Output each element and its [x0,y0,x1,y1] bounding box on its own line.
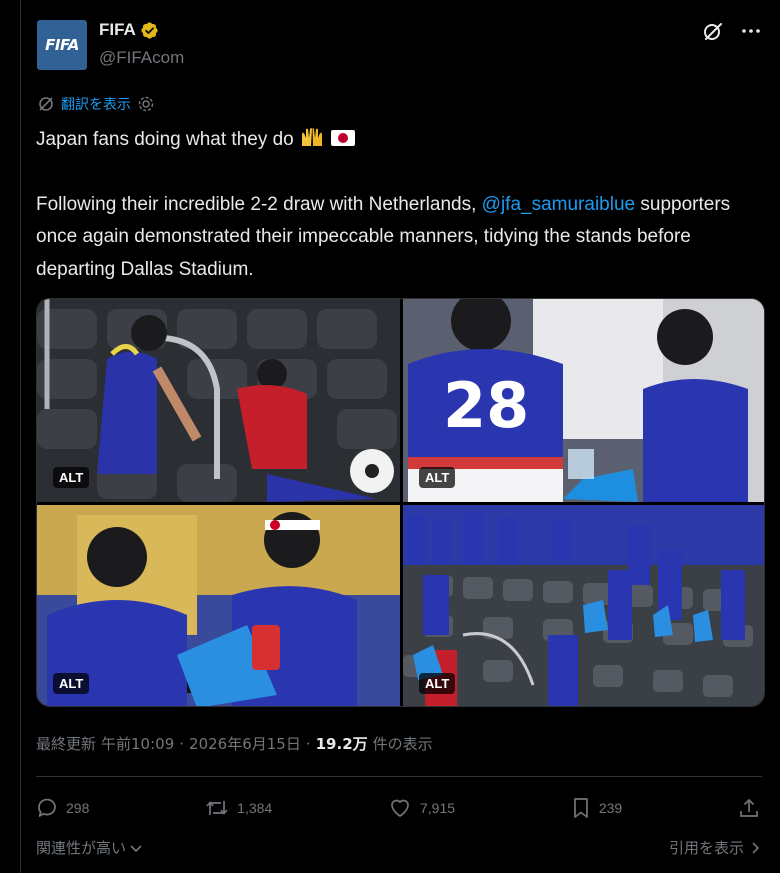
repost-icon [206,801,228,815]
avatar-logo-text: FIFA [45,36,79,54]
action-bar: 298 1,384 7,915 239 [36,793,760,823]
chevron-right-icon [752,841,760,854]
post-body-start: Following their incredible 2-2 draw with… [36,193,477,215]
sort-relevance-dropdown[interactable]: 関連性が高い [36,837,144,858]
bookmark-icon [573,798,588,818]
like-button[interactable]: 7,915 [388,797,455,819]
post-date[interactable]: 2026年6月15日 [189,733,301,754]
share-button[interactable] [738,797,760,819]
top-icons [702,20,762,42]
avatar[interactable]: FIFA [37,20,87,70]
photo-crowd-tidying-stands[interactable]: ALT [403,505,764,706]
verified-badge-icon [141,21,158,39]
heart-icon [391,799,409,817]
like-count: 7,915 [420,800,456,816]
share-icon [740,798,758,817]
divider [36,776,762,777]
alt-badge[interactable]: ALT [419,467,456,488]
reply-count: 298 [66,800,90,816]
updated-label: 最終更新 [36,735,97,753]
alt-badge[interactable]: ALT [53,467,90,488]
media-grid: ALT 28 ALT ALT ALT [36,298,765,707]
sort-label: 関連性が高い [36,839,127,857]
alt-badge[interactable]: ALT [53,673,90,694]
photo-fan-number-28[interactable]: 28 ALT [403,299,764,502]
post-card: FIFA FIFA @FIFAcom 翻訳を表示 Japan fans doin… [20,0,780,873]
grok-icon[interactable] [702,20,724,42]
views-label: 件の表示 [372,735,433,753]
translate-slash-icon [39,97,53,111]
japan-flag-emoji-icon [331,130,356,146]
photo-fans-cleaning-seats[interactable]: ALT [37,299,400,502]
photo-fans-with-bags[interactable]: ALT [37,505,400,706]
author-name-row: FIFA [99,20,159,40]
chevron-down-icon [130,844,142,852]
more-options-icon[interactable] [740,20,762,42]
alt-badge[interactable]: ALT [419,673,456,694]
translate-row: 翻訳を表示 [37,94,155,114]
bookmark-button[interactable]: 239 [571,797,622,819]
svg-text:28: 28 [443,369,529,442]
post-time[interactable]: 午前10:09 [101,733,174,754]
post-text: Japan fans doing what they do Following … [36,124,771,286]
mention-link[interactable]: @jfa_samuraiblue [482,194,635,215]
view-quotes-label: 引用を表示 [668,839,744,857]
meta-separator: · [305,734,311,753]
show-translation-link[interactable]: 翻訳を表示 [61,94,131,114]
raising-hands-emoji-icon [302,128,323,146]
reply-button[interactable]: 298 [36,797,89,819]
view-quotes-link[interactable]: 引用を表示 [669,837,762,858]
author-name[interactable]: FIFA [99,20,136,40]
author-handle[interactable]: @FIFAcom [99,48,184,68]
reply-icon [38,798,56,817]
repost-count: 1,384 [237,800,273,816]
post-meta: 最終更新 午前10:09 · 2026年6月15日 · 19.2万 件の表示 [36,733,433,754]
bookmark-count: 239 [598,800,623,816]
meta-separator: · [179,734,185,753]
views-count: 19.2万 [315,735,368,753]
settings-gear-icon[interactable] [137,95,155,113]
post-line-1: Japan fans doing what they do [36,129,294,150]
repost-button[interactable]: 1,384 [205,797,272,819]
